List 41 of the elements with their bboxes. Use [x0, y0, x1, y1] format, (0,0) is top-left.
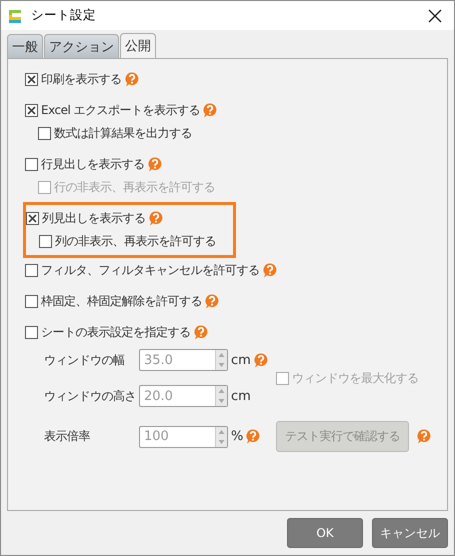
- help-icon[interactable]: [194, 325, 208, 340]
- checkbox-label: 枠固定、枠固定解除を許可する: [41, 293, 202, 310]
- field-label: ウィンドウの高さ: [44, 388, 137, 404]
- tab[interactable]: アクション: [44, 34, 119, 58]
- field-label: ウィンドウの幅: [44, 352, 126, 368]
- checkbox-label: 数式は計算結果を出力する: [54, 125, 192, 142]
- checkbox-label: 行見出しを表示する: [41, 156, 144, 173]
- checkbox[interactable]: [25, 326, 38, 339]
- checkbox[interactable]: [39, 235, 52, 248]
- help-icon[interactable]: [124, 72, 138, 87]
- help-icon[interactable]: [148, 211, 162, 226]
- help-icon[interactable]: [148, 157, 162, 172]
- checkbox[interactable]: [25, 73, 38, 86]
- checkbox[interactable]: [38, 127, 51, 140]
- unit-label: cm: [231, 388, 251, 404]
- app-logo-icon: [7, 8, 23, 24]
- checkbox-label: 行の非表示、再表示を許可する: [54, 179, 215, 196]
- checkbox-label: Excel エクスポートを表示する: [41, 102, 200, 119]
- help-icon[interactable]: [205, 294, 219, 309]
- close-icon[interactable]: [428, 8, 442, 22]
- help-icon[interactable]: [203, 103, 218, 118]
- checkbox-label: 印刷を表示する: [41, 71, 122, 88]
- checkbox[interactable]: [26, 212, 39, 225]
- tab[interactable]: 公開: [120, 33, 156, 58]
- checkbox[interactable]: [25, 104, 38, 117]
- ok-button[interactable]: OK: [287, 518, 363, 548]
- tab[interactable]: 一般: [7, 34, 43, 58]
- checkbox-label: フィルタ、フィルタキャンセルを許可する: [41, 262, 260, 279]
- unit-label: cm: [231, 352, 251, 368]
- unit-label: %: [231, 429, 244, 444]
- checkbox[interactable]: [25, 158, 38, 171]
- checkbox-label: 列の非表示、再表示を許可する: [55, 233, 216, 250]
- checkbox-label: シートの表示設定を指定する: [41, 324, 190, 341]
- checkbox-label: 列見出しを表示する: [42, 210, 146, 227]
- help-icon[interactable]: [262, 263, 276, 278]
- checkbox-label: ウィンドウを最大化する: [292, 370, 418, 386]
- field-label: 表示倍率: [44, 428, 91, 445]
- window-title: シート設定: [31, 7, 97, 24]
- checkbox[interactable]: [25, 295, 38, 308]
- checkbox[interactable]: [25, 264, 38, 277]
- cancel-button[interactable]: キャンセル: [372, 518, 448, 548]
